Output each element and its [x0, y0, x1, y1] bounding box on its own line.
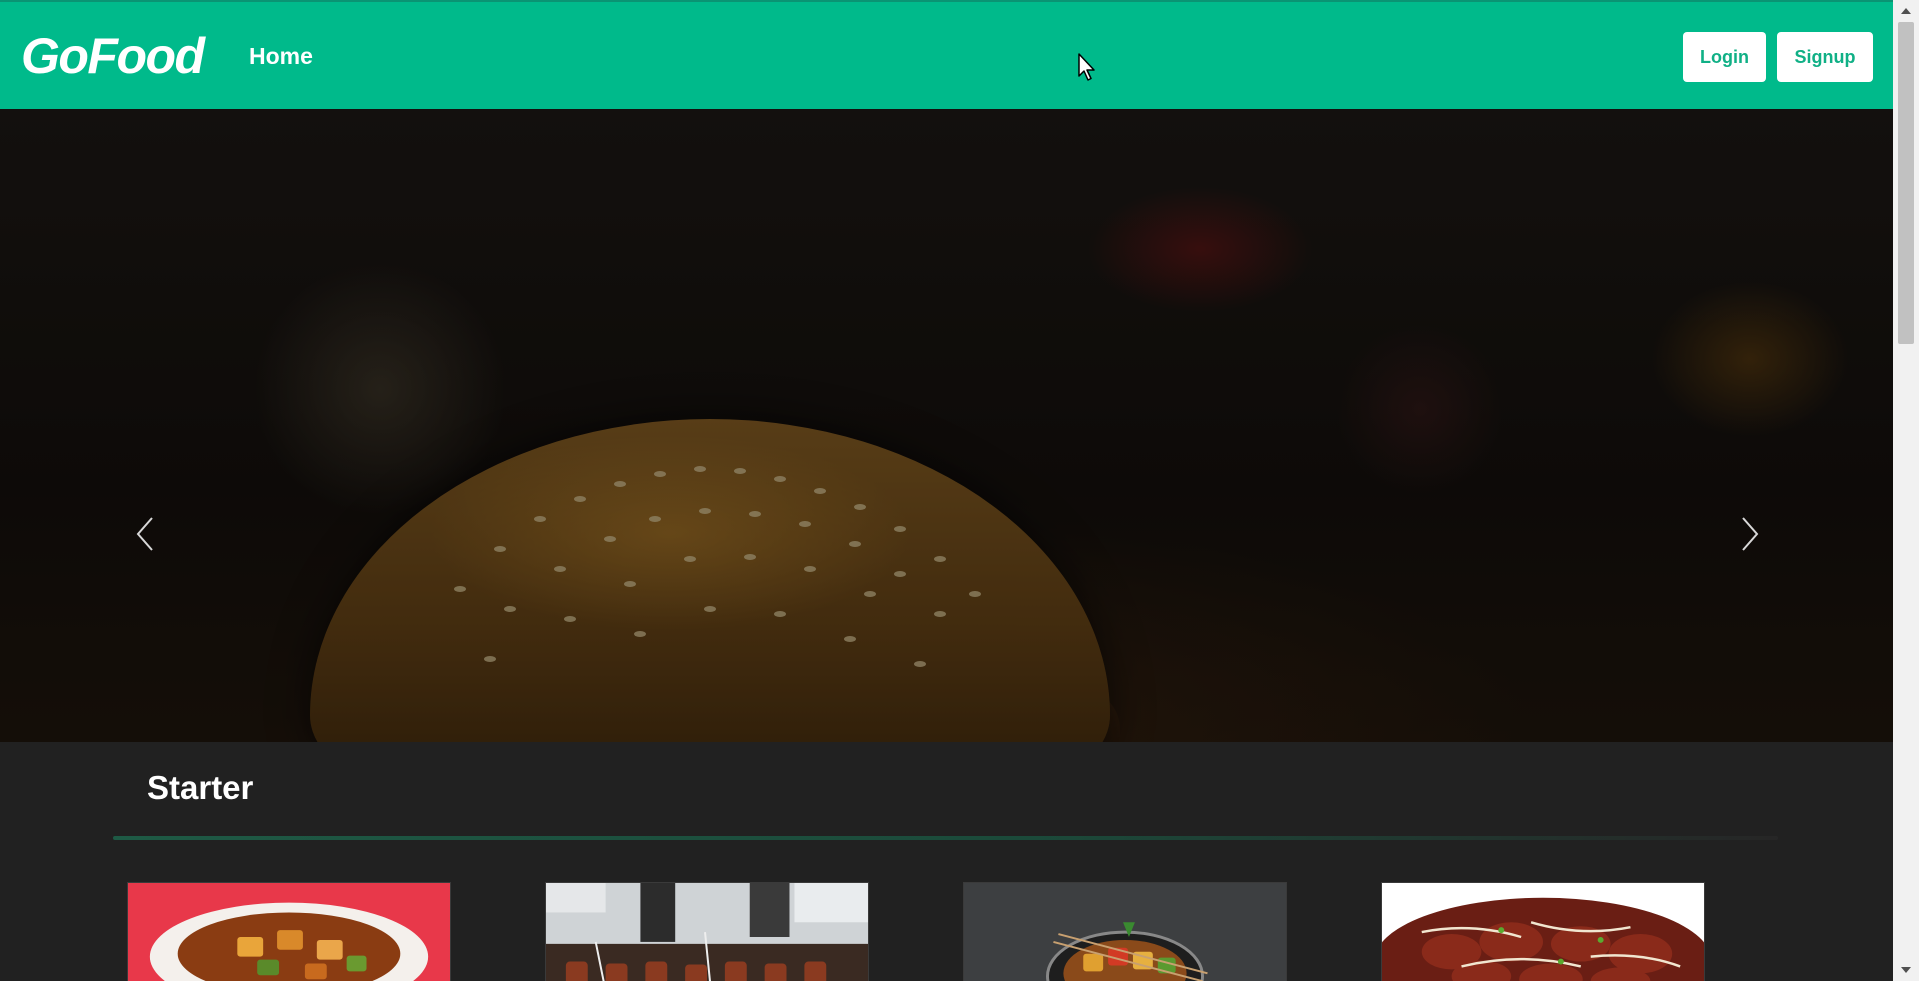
mouse-cursor-icon [1078, 53, 1095, 81]
chilli-chicken-image [1382, 883, 1704, 981]
triangle-down-icon [1901, 967, 1911, 973]
scrollbar-thumb[interactable] [1898, 22, 1914, 344]
triangle-up-icon [1901, 8, 1911, 14]
food-card[interactable] [1381, 882, 1705, 981]
carousel-prev-button[interactable] [130, 514, 160, 554]
login-button[interactable]: Login [1683, 32, 1766, 82]
scroll-down-button[interactable] [1893, 959, 1919, 981]
signup-button[interactable]: Signup [1777, 32, 1873, 82]
scroll-up-button[interactable] [1893, 0, 1919, 22]
navbar: GoFood Home Login Signup [0, 0, 1893, 109]
hero-overlay [0, 109, 1893, 742]
paneer-tikka-plate-image [964, 883, 1286, 981]
page-scrollbar[interactable] [1893, 0, 1919, 981]
chevron-left-icon [136, 517, 153, 551]
food-card[interactable] [127, 882, 451, 981]
chilli-paneer-bowl-image [128, 883, 450, 981]
hero-carousel: X [0, 109, 1893, 742]
nav-link-home[interactable]: Home [249, 42, 313, 70]
food-card[interactable] [545, 882, 869, 981]
section-divider [113, 836, 1778, 840]
carousel-next-button[interactable] [1735, 514, 1765, 554]
brand-logo[interactable]: GoFood [21, 28, 205, 84]
category-title: Starter [147, 769, 254, 806]
grilled-skewers-image [546, 883, 868, 981]
food-card[interactable] [963, 882, 1287, 981]
page: GoFood Home Login Signup Starter [0, 0, 1919, 981]
chevron-right-icon [1742, 517, 1759, 551]
